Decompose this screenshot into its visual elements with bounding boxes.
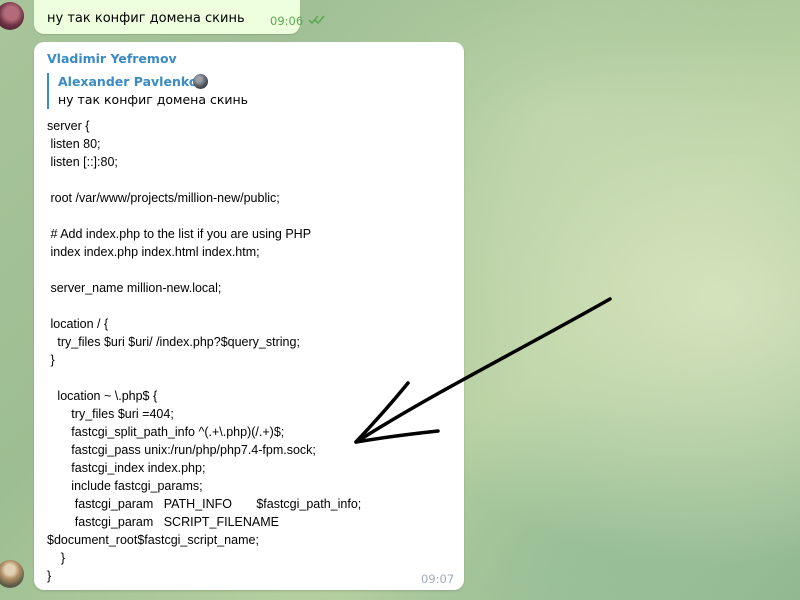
reply-quote[interactable]: Alexander Pavlenko ну так конфиг домена … [47,73,358,109]
double-check-icon [308,15,325,25]
reply-author-name: Alexander Pavlenko [58,74,198,89]
outgoing-message[interactable]: ну так конфиг домена скинь 09:06 [34,0,325,34]
user-avatar[interactable] [0,2,24,30]
outgoing-message-text: ну так конфиг домена скинь [47,11,245,26]
reply-author-avatar-icon [193,74,208,89]
outgoing-message-time: 09:06 [270,14,304,28]
sender-avatar[interactable] [0,560,24,588]
sender-name[interactable]: Vladimir Yefremov [47,51,177,66]
incoming-message-time: 09:07 [421,572,455,586]
reply-text: ну так конфиг домена скинь [58,92,249,107]
message-body-code: server { listen 80; listen [::]:80; root… [47,119,362,583]
incoming-message[interactable]: Vladimir Yefremov Alexander Pavlenko ну … [34,42,464,590]
